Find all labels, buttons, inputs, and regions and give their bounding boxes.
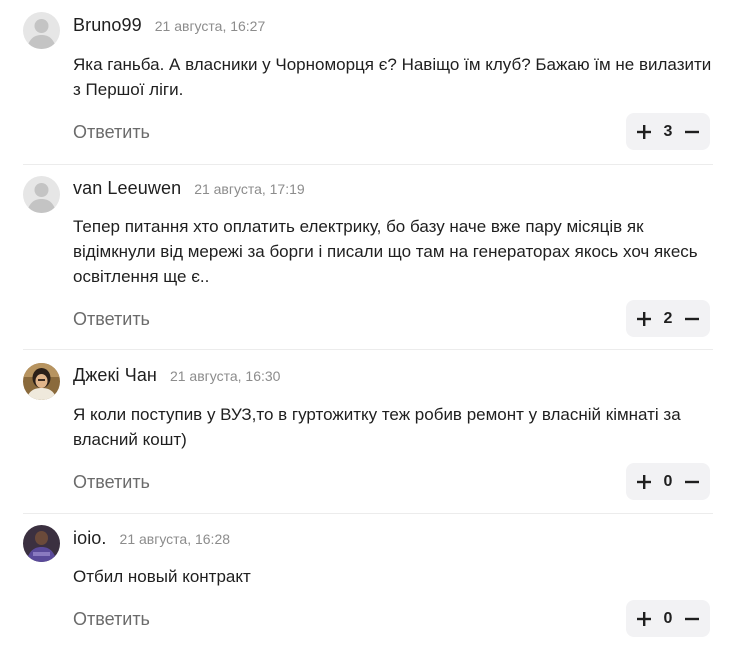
avatar[interactable] <box>23 363 60 400</box>
user-photo-icon <box>23 525 60 562</box>
comment-divider <box>23 513 713 514</box>
vote-widget: 2 <box>626 300 710 337</box>
vote-count: 0 <box>663 609 673 627</box>
comment-date: 21 августа, 16:27 <box>154 18 266 34</box>
downvote-button[interactable] <box>684 474 700 490</box>
avatar[interactable] <box>23 525 60 562</box>
vote-count: 3 <box>663 122 673 140</box>
avatar[interactable] <box>23 12 60 49</box>
comment-divider <box>23 164 713 165</box>
user-photo-icon <box>23 363 60 400</box>
plus-icon <box>637 611 651 626</box>
plus-icon <box>637 311 651 326</box>
comment-date: 21 августа, 16:28 <box>119 531 231 547</box>
downvote-button[interactable] <box>684 611 700 627</box>
vote-count: 0 <box>663 472 673 490</box>
comment-author[interactable]: ioio. <box>73 528 107 549</box>
vote-widget: 3 <box>626 113 710 150</box>
comment-text: Отбил новый контракт <box>73 567 251 586</box>
reply-button[interactable]: Ответить <box>73 309 150 330</box>
minus-icon <box>685 617 699 620</box>
comment-date: 21 августа, 16:30 <box>169 368 281 384</box>
reply-button[interactable]: Ответить <box>73 122 150 143</box>
upvote-button[interactable] <box>636 474 652 490</box>
plus-icon <box>637 474 651 489</box>
minus-icon <box>685 317 699 320</box>
downvote-button[interactable] <box>684 311 700 327</box>
comment-date: 21 августа, 17:19 <box>194 181 305 197</box>
upvote-button[interactable] <box>636 611 652 627</box>
minus-icon <box>685 480 699 483</box>
vote-widget: 0 <box>626 600 710 637</box>
avatar[interactable] <box>23 176 60 213</box>
vote-widget: 0 <box>626 463 710 500</box>
plus-icon <box>637 124 651 139</box>
reply-button[interactable]: Ответить <box>73 472 150 493</box>
user-placeholder-icon <box>23 176 60 213</box>
upvote-button[interactable] <box>636 311 652 327</box>
comment-divider <box>23 349 713 350</box>
comment-text: Я коли поступив у ВУЗ,то в гуртожитку те… <box>73 405 681 449</box>
comment-author[interactable]: Джекі Чан <box>73 365 157 386</box>
comment-author[interactable]: Bruno99 <box>73 15 142 36</box>
vote-count: 2 <box>663 309 673 327</box>
upvote-button[interactable] <box>636 124 652 140</box>
comment-text: Яка ганьба. А власники у Чорноморця є? Н… <box>73 55 712 99</box>
reply-button[interactable]: Ответить <box>73 609 150 630</box>
comment-text: Тепер питання хто оплатить електрику, бо… <box>73 217 698 286</box>
comment-author[interactable]: van Leeuwen <box>73 178 181 199</box>
minus-icon <box>685 130 699 133</box>
downvote-button[interactable] <box>684 124 700 140</box>
user-placeholder-icon <box>23 12 60 49</box>
